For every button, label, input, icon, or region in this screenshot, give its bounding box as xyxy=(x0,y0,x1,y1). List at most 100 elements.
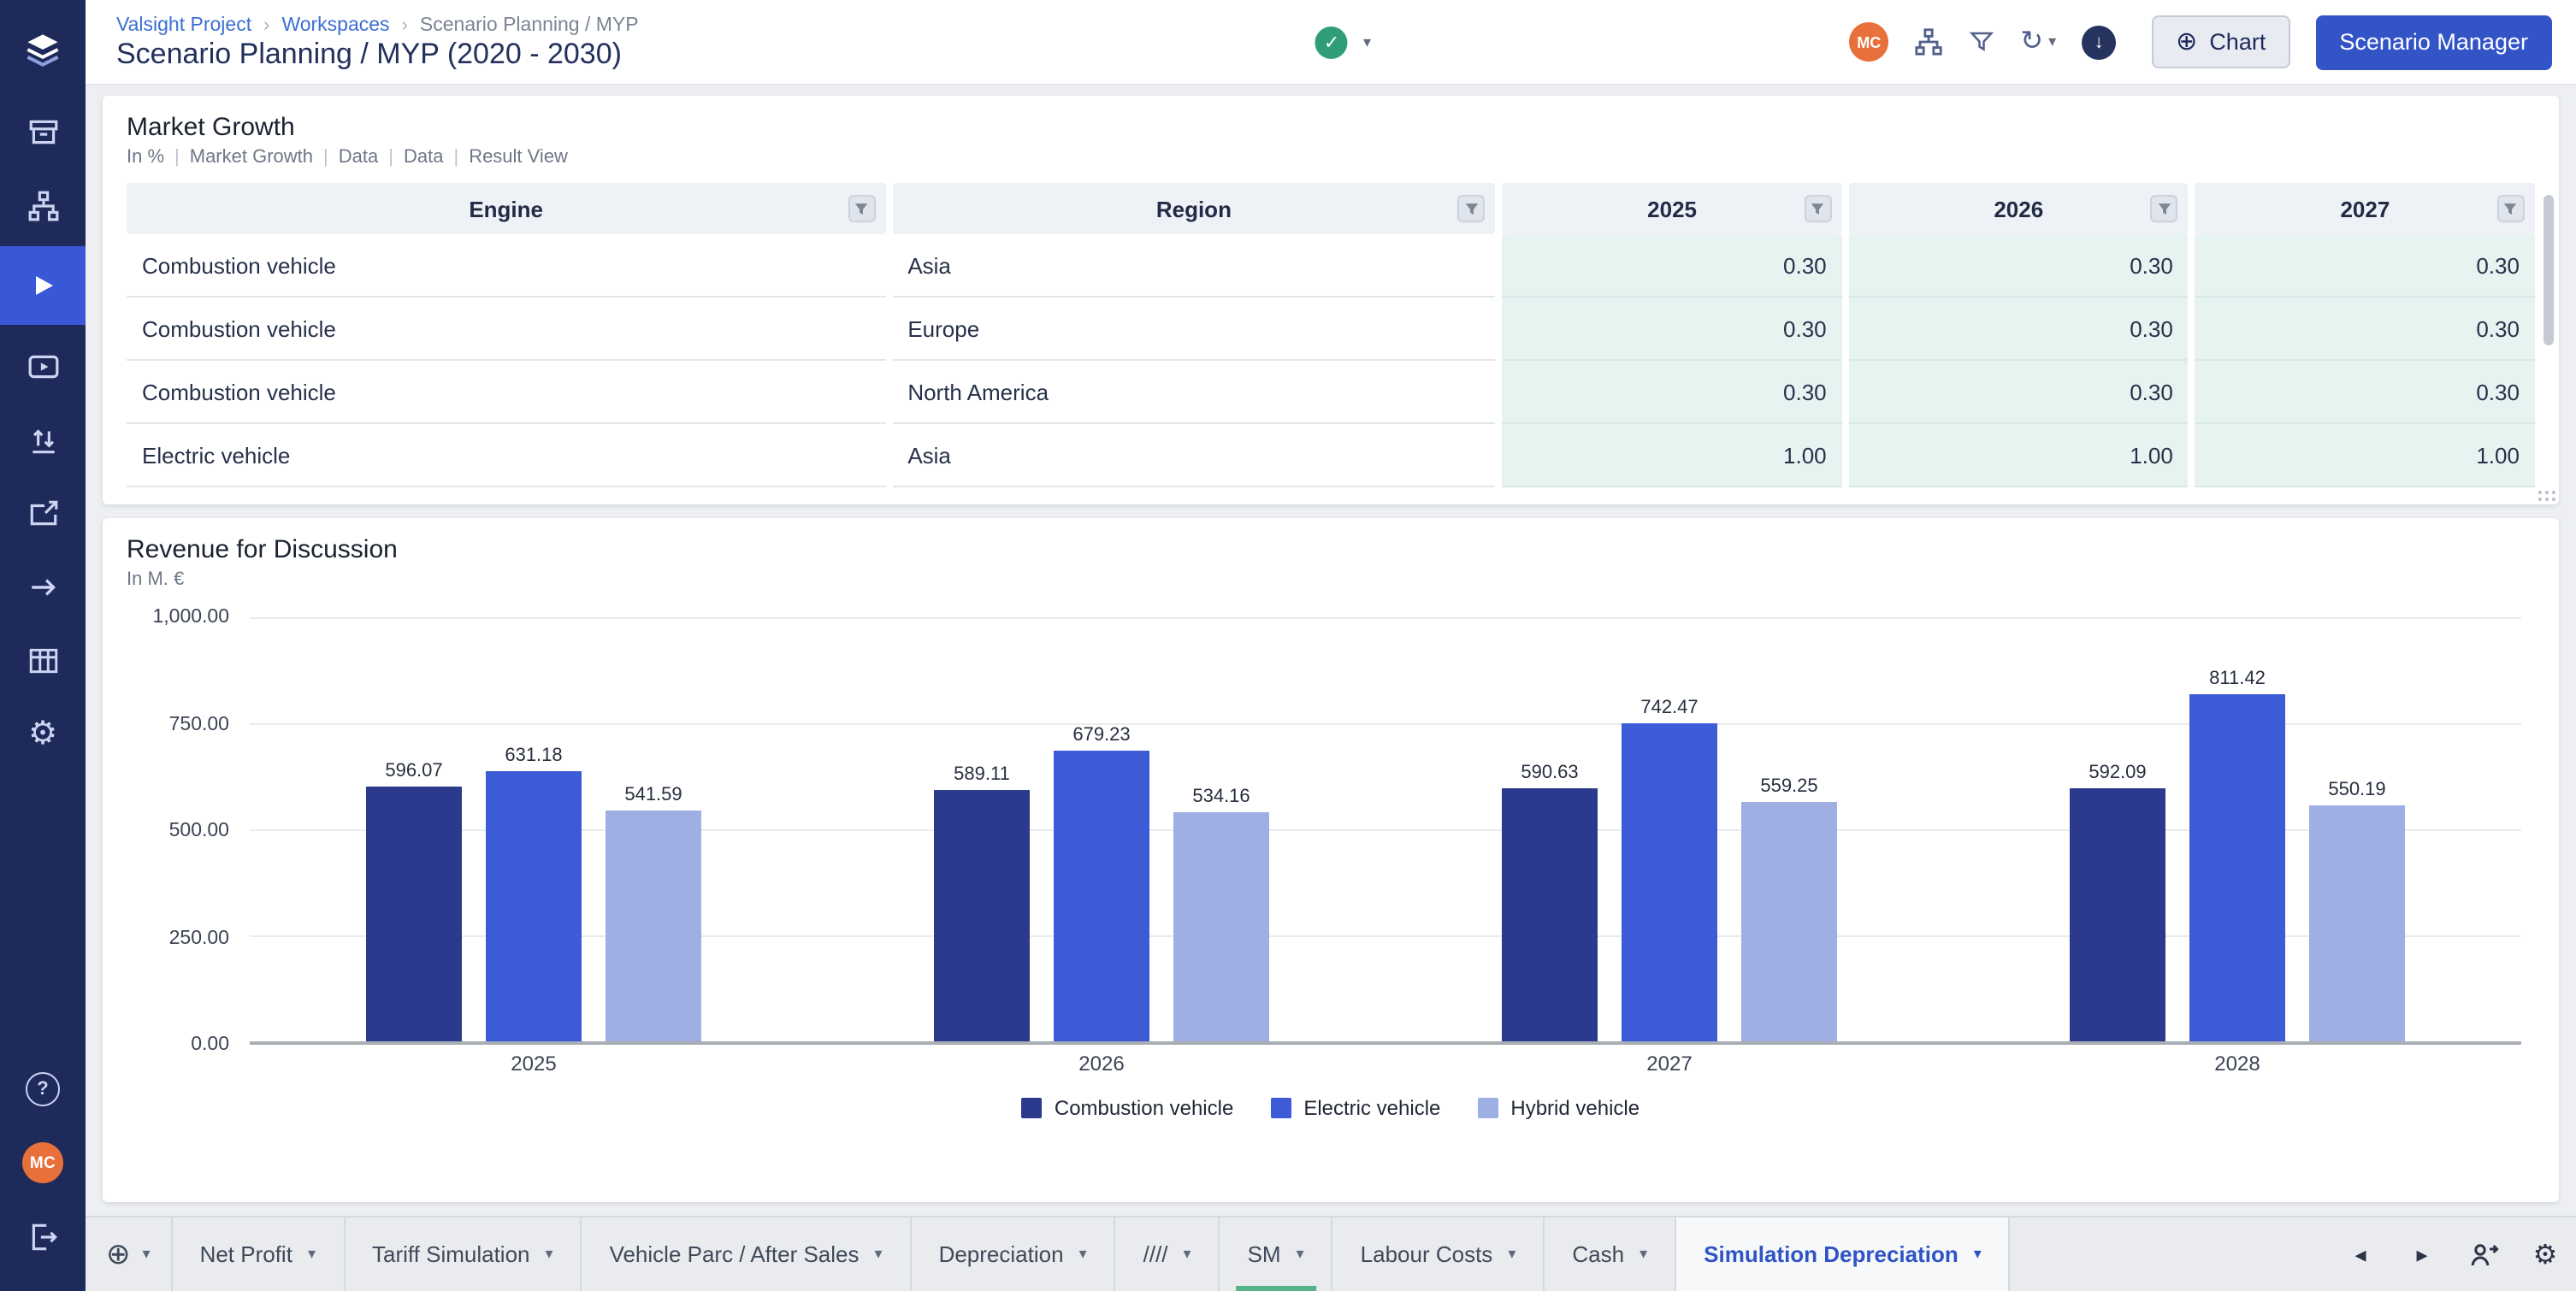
filter-icon[interactable] xyxy=(1805,195,1832,222)
filter-icon[interactable] xyxy=(1458,195,1486,222)
value-cell[interactable]: 0.30 xyxy=(1849,234,2189,298)
bar-combustion-vehicle[interactable] xyxy=(1502,789,1598,1041)
chart-button[interactable]: ⊕ Chart xyxy=(2152,15,2289,68)
breadcrumb-valsight-project[interactable]: Valsight Project xyxy=(116,15,251,36)
bar-electric-vehicle[interactable] xyxy=(1054,751,1149,1041)
scroll-tabs-left-button[interactable]: ◂ xyxy=(2330,1217,2391,1291)
board-export-icon[interactable] xyxy=(0,480,86,545)
breadcrumb-workspaces[interactable]: Workspaces xyxy=(281,15,389,36)
tab-simulation-depreciation[interactable]: Simulation Depreciation▾ xyxy=(1676,1217,2011,1291)
value-cell[interactable]: 0.30 xyxy=(1849,361,2189,424)
download-button[interactable]: ↓ xyxy=(2082,25,2116,59)
resize-handle[interactable] xyxy=(2538,491,2542,494)
arrow-right-icon[interactable] xyxy=(0,554,86,619)
logout-icon[interactable] xyxy=(0,1204,86,1269)
chevron-down-icon[interactable]: ▾ xyxy=(546,1245,553,1264)
table-icon[interactable] xyxy=(0,628,86,693)
tab-label: SM xyxy=(1248,1241,1281,1267)
bar-combustion-vehicle[interactable] xyxy=(2070,788,2165,1041)
help-icon[interactable]: ? xyxy=(0,1057,86,1122)
help-glyph: ? xyxy=(26,1072,60,1106)
value-cell[interactable]: 1.00 xyxy=(1849,424,2189,487)
bar-value-label: 590.63 xyxy=(1521,763,1578,784)
chevron-down-icon[interactable]: ▾ xyxy=(1184,1245,1191,1264)
chart-unit-label: In M. € xyxy=(127,569,2535,590)
tab-tariff-simulation[interactable]: Tariff Simulation▾ xyxy=(345,1217,582,1291)
scenario-manager-button[interactable]: Scenario Manager xyxy=(2315,15,2552,69)
value-cell[interactable]: 0.30 xyxy=(1503,234,1842,298)
bar-electric-vehicle[interactable] xyxy=(1622,724,1717,1041)
breadcrumb: Valsight Project›Workspaces›Scenario Pla… xyxy=(116,15,639,36)
column-header-2027[interactable]: 2027 xyxy=(2195,183,2535,234)
value-cell[interactable]: 0.30 xyxy=(2195,234,2535,298)
chevron-down-icon[interactable]: ▾ xyxy=(308,1245,316,1264)
bar-electric-vehicle[interactable] xyxy=(486,771,582,1041)
tab-depreciation[interactable]: Depreciation▾ xyxy=(912,1217,1116,1291)
filter-icon[interactable] xyxy=(1969,29,1994,55)
hierarchy-icon[interactable] xyxy=(1914,27,1943,56)
chevron-down-icon[interactable]: ▾ xyxy=(875,1245,883,1264)
value-cell[interactable]: 0.30 xyxy=(1503,361,1842,424)
settings-button[interactable]: ⚙ xyxy=(2514,1217,2576,1291)
tab-slashes[interactable]: ////▾ xyxy=(1116,1217,1220,1291)
bar-combustion-vehicle[interactable] xyxy=(934,789,1030,1041)
archive-icon[interactable] xyxy=(0,99,86,164)
value-cell[interactable]: 1.00 xyxy=(1503,424,1842,487)
bar-hybrid-vehicle[interactable] xyxy=(1741,802,1837,1041)
chevron-down-icon[interactable]: ▾ xyxy=(1079,1245,1087,1264)
column-header-engine[interactable]: Engine xyxy=(127,183,885,234)
play-icon[interactable] xyxy=(0,246,86,325)
filter-icon[interactable] xyxy=(2497,195,2525,222)
bar-column: 811.42 xyxy=(2189,669,2285,1041)
tab-cash[interactable]: Cash▾ xyxy=(1545,1217,1676,1291)
gear-icon[interactable]: ⚙ xyxy=(0,701,86,766)
value-cell[interactable]: 0.30 xyxy=(2195,298,2535,361)
column-header-2025[interactable]: 2025 xyxy=(1503,183,1842,234)
chevron-down-icon[interactable]: ▾ xyxy=(1363,32,1371,51)
chevron-down-icon[interactable]: ▾ xyxy=(1640,1245,1647,1264)
hierarchy-icon[interactable] xyxy=(0,173,86,238)
value-cell[interactable]: 0.30 xyxy=(1849,298,2189,361)
bar-hybrid-vehicle[interactable] xyxy=(1173,813,1269,1041)
value-cell[interactable]: 0.30 xyxy=(1503,298,1842,361)
content-area: Market Growth In %|Market Growth|Data|Da… xyxy=(86,85,2576,1216)
column-header-2026[interactable]: 2026 xyxy=(1849,183,2189,234)
user-share-button[interactable] xyxy=(2453,1217,2514,1291)
bar-electric-vehicle[interactable] xyxy=(2189,694,2285,1041)
chevron-down-icon[interactable]: ▾ xyxy=(1974,1245,1982,1264)
tab-bar-controls: ◂ ▸ ⚙ xyxy=(2330,1217,2576,1291)
filter-icon[interactable] xyxy=(2151,195,2178,222)
filter-icon[interactable] xyxy=(848,195,875,222)
tab-net-profit[interactable]: Net Profit▾ xyxy=(173,1217,345,1291)
chevron-down-icon[interactable]: ▾ xyxy=(1508,1245,1515,1264)
transfer-icon[interactable] xyxy=(0,407,86,472)
user-avatar[interactable]: MC xyxy=(1849,22,1888,62)
tab-sm[interactable]: SM ▾ xyxy=(1220,1217,1333,1291)
bar-value-label: 811.42 xyxy=(2209,669,2266,689)
add-tab-button[interactable]: ⊕ ▾ xyxy=(86,1217,173,1291)
status-check-icon[interactable]: ✓ xyxy=(1315,26,1348,58)
video-icon[interactable] xyxy=(0,333,86,398)
bar-combustion-vehicle[interactable] xyxy=(366,787,462,1041)
table-scrollbar[interactable] xyxy=(2544,195,2554,345)
user-avatar[interactable]: MC xyxy=(0,1130,86,1195)
bar-hybrid-vehicle[interactable] xyxy=(2309,806,2405,1041)
column-header-label: 2027 xyxy=(2340,196,2390,221)
value-cell[interactable]: 1.00 xyxy=(2195,424,2535,487)
scroll-tabs-right-button[interactable]: ▸ xyxy=(2391,1217,2453,1291)
value-cell[interactable]: 0.30 xyxy=(2195,361,2535,424)
chevron-down-icon[interactable]: ▾ xyxy=(1297,1245,1304,1264)
refresh-button[interactable]: ↻ ▾ xyxy=(2020,28,2056,56)
bar-column: 742.47 xyxy=(1622,699,1717,1041)
refresh-icon: ↻ xyxy=(2020,28,2043,56)
tab-labour-costs[interactable]: Labour Costs▾ xyxy=(1333,1217,1545,1291)
header-left: Valsight Project›Workspaces›Scenario Pla… xyxy=(116,12,639,72)
bar-hybrid-vehicle[interactable] xyxy=(606,810,701,1041)
y-tick-label: 750.00 xyxy=(169,714,229,734)
y-tick-label: 500.00 xyxy=(169,821,229,841)
valsight-logo[interactable] xyxy=(0,14,86,85)
tab-vehicle-parc-after-sales[interactable]: Vehicle Parc / After Sales▾ xyxy=(582,1217,912,1291)
bar-value-label: 596.07 xyxy=(385,761,442,781)
download-icon: ↓ xyxy=(2082,25,2116,59)
column-header-region[interactable]: Region xyxy=(892,183,1495,234)
